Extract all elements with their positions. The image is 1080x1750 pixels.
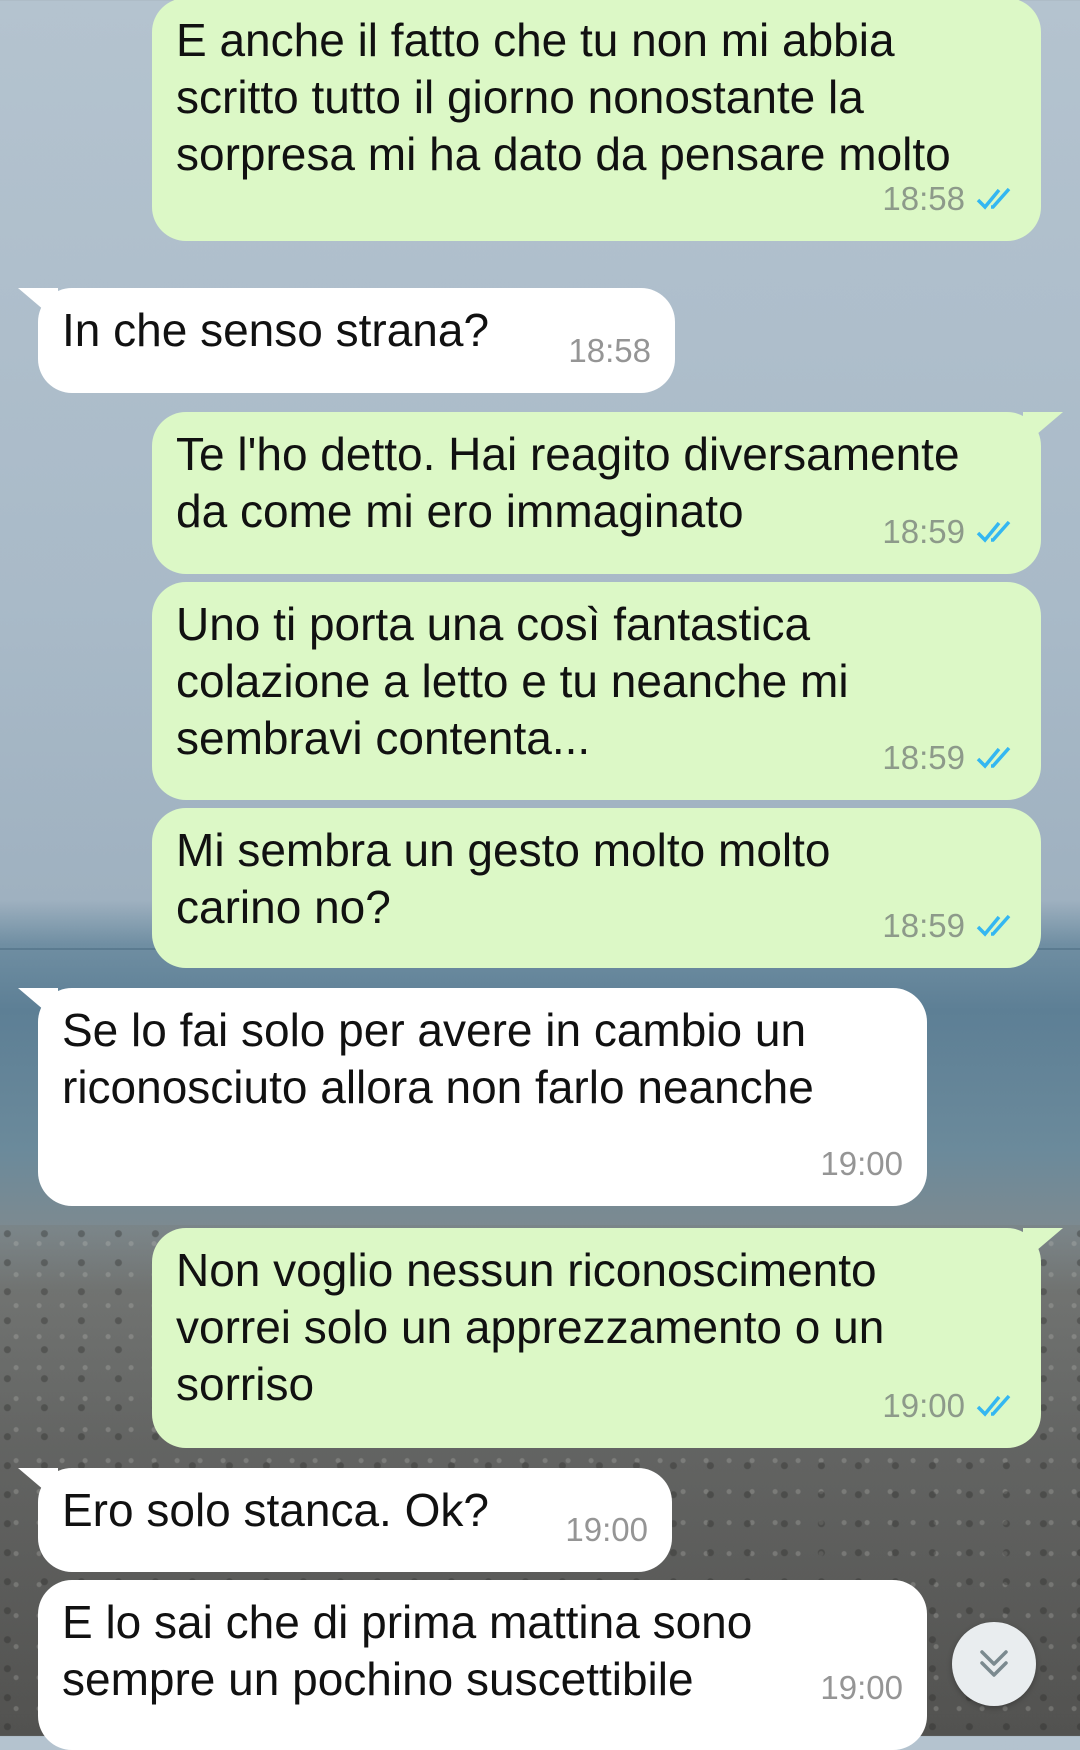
bubble-tail (18, 1468, 58, 1502)
message-text: In che senso strana? (62, 304, 490, 356)
message-bubble-incoming[interactable]: In che senso strana? 18:58 (18, 288, 675, 393)
read-receipt-icon (976, 1394, 1011, 1417)
message-time: 19:00 (565, 1511, 648, 1548)
message-text: E anche il fatto che tu non mi abbia scr… (176, 14, 951, 180)
message-time: 18:59 (882, 739, 965, 776)
message-text: E lo sai che di prima mattina sono sempr… (62, 1596, 753, 1705)
message-bubble-outgoing[interactable]: E anche il fatto che tu non mi abbia scr… (152, 0, 1041, 241)
message-time: 18:59 (882, 513, 965, 550)
chat-message-list[interactable]: E anche il fatto che tu non mi abbia scr… (0, 0, 1080, 1750)
message-time: 19:00 (882, 1387, 965, 1424)
message-meta: 19:00 (820, 1135, 903, 1192)
bubble-tail (1023, 412, 1063, 446)
message-meta: 18:59 (882, 729, 1017, 786)
message-text: Se lo fai solo per avere in cambio un ri… (62, 1004, 814, 1113)
message-bubble-outgoing[interactable]: Te l'ho detto. Hai reagito diversamente … (152, 412, 1063, 574)
message-bubble-incoming[interactable]: Se lo fai solo per avere in cambio un ri… (18, 988, 927, 1206)
message-time: 19:00 (820, 1669, 903, 1706)
message-bubble-incoming[interactable]: E lo sai che di prima mattina sono sempr… (38, 1580, 927, 1750)
bubble-tail (18, 988, 58, 1022)
message-meta: 19:00 (882, 1377, 1017, 1434)
message-time: 18:58 (568, 332, 651, 369)
message-meta: 18:59 (882, 897, 1017, 954)
double-chevron-down-icon (980, 1650, 1008, 1677)
message-meta: 18:58 (568, 322, 651, 379)
message-bubble-outgoing[interactable]: Uno ti porta una così fantastica colazio… (152, 582, 1041, 800)
message-bubble-outgoing[interactable]: Non voglio nessun riconoscimento vorrei … (152, 1228, 1063, 1448)
bubble-tail (18, 288, 58, 322)
bubble-tail (1023, 1228, 1063, 1262)
read-receipt-icon (976, 914, 1011, 937)
read-receipt-icon (976, 520, 1011, 543)
message-meta: 18:59 (882, 503, 1017, 560)
message-meta: 19:00 (565, 1501, 648, 1558)
message-bubble-outgoing[interactable]: Mi sembra un gesto molto molto carino no… (152, 808, 1041, 968)
message-time: 18:58 (882, 180, 965, 217)
read-receipt-icon (976, 746, 1011, 769)
read-receipt-icon (976, 187, 1011, 210)
scroll-to-bottom-button[interactable] (952, 1622, 1036, 1706)
message-time: 18:59 (882, 907, 965, 944)
message-bubble-incoming[interactable]: Ero solo stanca. Ok? 19:00 (18, 1468, 672, 1572)
message-text: Ero solo stanca. Ok? (62, 1484, 489, 1536)
message-meta: 19:00 (820, 1659, 903, 1716)
message-meta: 18:58 (882, 170, 1017, 227)
message-time: 19:00 (820, 1145, 903, 1182)
